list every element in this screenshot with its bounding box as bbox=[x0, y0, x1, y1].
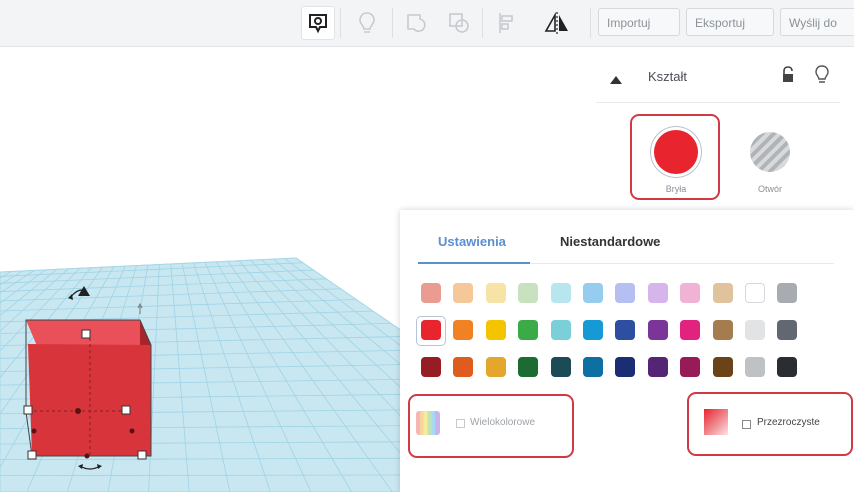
hole-pattern-circle[interactable] bbox=[750, 132, 790, 172]
color-swatch[interactable] bbox=[421, 320, 441, 340]
color-swatch[interactable] bbox=[712, 357, 733, 377]
shape-inspector: Kształt bbox=[596, 54, 840, 103]
top-toolbar: Importuj Eksportuj Wyślij do bbox=[0, 0, 854, 47]
color-swatch[interactable] bbox=[615, 283, 636, 303]
color-swatch[interactable] bbox=[745, 320, 765, 340]
transparent-highlight-box bbox=[687, 392, 853, 456]
color-swatch[interactable] bbox=[518, 283, 539, 303]
color-swatch[interactable] bbox=[583, 283, 603, 303]
color-swatch[interactable] bbox=[712, 320, 733, 340]
color-swatch[interactable] bbox=[485, 320, 506, 340]
color-swatch[interactable] bbox=[453, 320, 474, 340]
color-swatch[interactable] bbox=[421, 283, 441, 303]
color-swatch[interactable] bbox=[680, 357, 701, 377]
color-swatch[interactable] bbox=[745, 283, 765, 303]
color-swatch[interactable] bbox=[421, 357, 441, 377]
group-icon[interactable] bbox=[400, 6, 434, 40]
multicolor-highlight-box bbox=[408, 394, 574, 458]
inspector-title: Kształt bbox=[648, 69, 688, 84]
red-cube[interactable] bbox=[25, 319, 152, 459]
bulb-icon[interactable] bbox=[350, 6, 384, 40]
align-icon[interactable] bbox=[490, 6, 524, 40]
solid-highlight-box bbox=[630, 114, 720, 200]
color-swatch[interactable] bbox=[777, 357, 798, 377]
tab-settings[interactable]: Ustawienia bbox=[438, 234, 506, 249]
tab-custom[interactable]: Niestandardowe bbox=[560, 234, 660, 249]
color-swatch[interactable] bbox=[615, 357, 636, 377]
color-swatch[interactable] bbox=[777, 283, 798, 303]
color-swatch[interactable] bbox=[680, 283, 701, 303]
hole-option[interactable]: Otwór bbox=[724, 112, 816, 202]
import-button[interactable]: Importuj bbox=[598, 8, 680, 36]
note-icon[interactable] bbox=[301, 6, 335, 40]
color-swatch[interactable] bbox=[485, 283, 506, 303]
color-swatch[interactable] bbox=[647, 320, 668, 340]
color-swatch[interactable] bbox=[485, 357, 506, 377]
color-swatch[interactable] bbox=[453, 357, 474, 377]
color-swatch[interactable] bbox=[615, 320, 636, 340]
send-to-button[interactable]: Wyślij do bbox=[780, 8, 854, 36]
color-swatch[interactable] bbox=[647, 283, 668, 303]
color-swatch[interactable] bbox=[712, 283, 733, 303]
color-swatch[interactable] bbox=[550, 320, 571, 340]
collapse-caret-icon[interactable] bbox=[610, 71, 622, 89]
color-swatch[interactable] bbox=[777, 320, 798, 340]
color-swatch[interactable] bbox=[583, 320, 603, 340]
color-swatch[interactable] bbox=[647, 357, 668, 377]
color-swatch[interactable] bbox=[745, 357, 765, 377]
ungroup-icon[interactable] bbox=[442, 6, 476, 40]
light-bulb-icon[interactable] bbox=[814, 65, 830, 90]
color-swatch[interactable] bbox=[583, 357, 603, 377]
active-tab-indicator bbox=[418, 262, 530, 264]
color-swatch[interactable] bbox=[550, 283, 571, 303]
color-swatch[interactable] bbox=[680, 320, 701, 340]
color-swatch[interactable] bbox=[453, 283, 474, 303]
color-swatch[interactable] bbox=[518, 357, 539, 377]
export-button[interactable]: Eksportuj bbox=[686, 8, 774, 36]
hole-label: Otwór bbox=[757, 184, 782, 194]
color-swatch[interactable] bbox=[518, 320, 539, 340]
lock-icon[interactable] bbox=[780, 66, 796, 89]
mirror-icon[interactable] bbox=[540, 6, 574, 40]
color-swatch[interactable] bbox=[550, 357, 571, 377]
